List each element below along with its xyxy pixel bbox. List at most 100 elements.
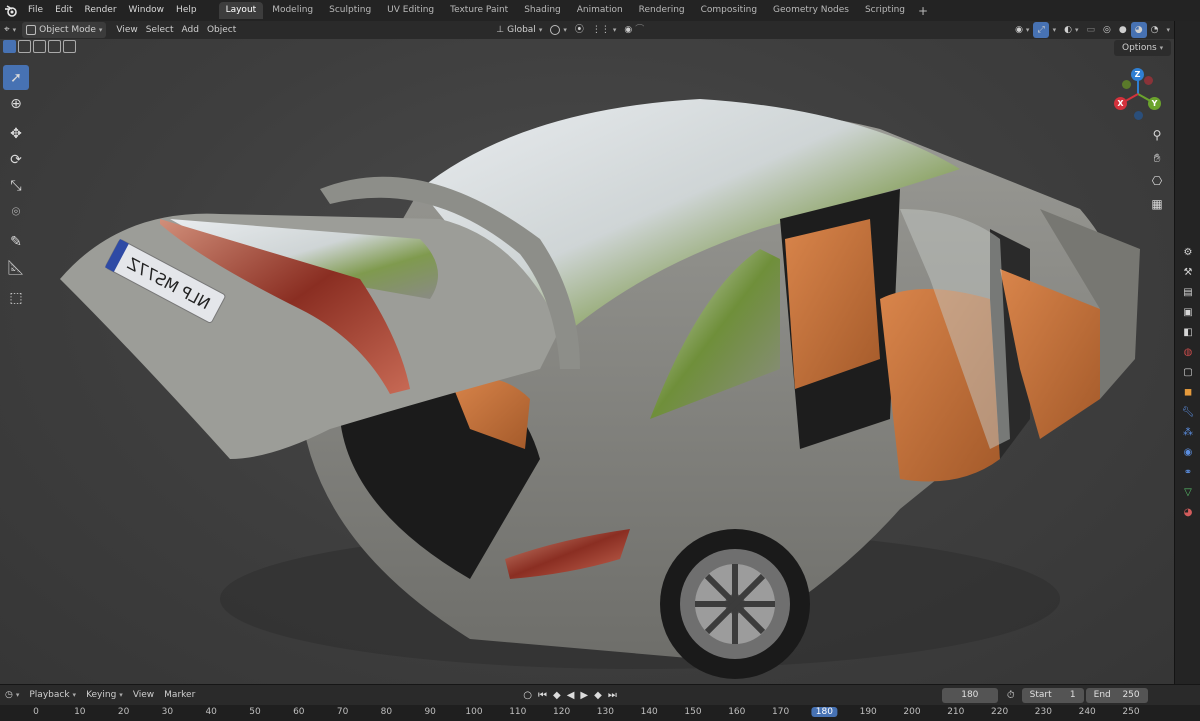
object-properties-tab[interactable]: ◼	[1178, 383, 1198, 401]
mode-dropdown[interactable]: Object Mode ▾	[22, 22, 107, 38]
pan-button[interactable]: ✋︎	[1147, 148, 1167, 168]
keying-menu[interactable]: Keying ▾	[81, 687, 128, 704]
menu-edit[interactable]: Edit	[49, 0, 78, 21]
tab-uv-editing[interactable]: UV Editing	[380, 2, 441, 19]
play-button[interactable]: ▶	[577, 690, 591, 701]
snap-toggle[interactable]: ⦿	[571, 22, 588, 38]
proportional-editing-toggle[interactable]: ◉ ⌒	[620, 22, 648, 38]
preview-range-toggle[interactable]: ⏱︎	[1004, 690, 1018, 701]
tab-compositing[interactable]: Compositing	[694, 2, 764, 19]
render-icon: ⚒	[1183, 266, 1193, 278]
pivot-point-dropdown[interactable]: ▾	[546, 22, 571, 38]
3d-viewport[interactable]: Options ▾ NLP MS77Z ➚ ⊕ ✥ ⟳ ⤡ ⌾ ✎ 📐︎ ⬚ Z…	[0, 39, 1174, 684]
gizmo-dropdown[interactable]: ▾	[1049, 22, 1061, 38]
overlays-toggle[interactable]: ◐ ▾	[1060, 22, 1082, 38]
prev-keyframe-button[interactable]: ◆	[550, 690, 564, 701]
particles-properties-tab[interactable]: ⁂	[1178, 423, 1198, 441]
camera-view-button[interactable]: ⎔	[1147, 171, 1167, 191]
tab-layout[interactable]: Layout	[218, 2, 264, 19]
tab-animation[interactable]: Animation	[570, 2, 630, 19]
view-layer-properties-tab[interactable]: ▣	[1178, 303, 1198, 321]
add-cube-tool[interactable]: ⬚	[3, 285, 29, 310]
hand-icon: ✋︎	[1153, 150, 1161, 165]
xray-toggle[interactable]: ▭	[1083, 22, 1100, 38]
tool-shelf: ➚ ⊕ ✥ ⟳ ⤡ ⌾ ✎ 📐︎ ⬚	[3, 65, 29, 311]
current-frame-field[interactable]: 180	[941, 687, 998, 703]
axis-x[interactable]: X	[1114, 97, 1127, 110]
axis-y[interactable]: Y	[1148, 97, 1161, 110]
shading-wireframe-button[interactable]: ◎	[1099, 22, 1115, 38]
editor-type-button[interactable]: ⌖ ▾	[0, 22, 20, 38]
measure-tool[interactable]: 📐︎	[3, 255, 29, 280]
menu-file[interactable]: File	[22, 0, 49, 21]
timeline-view-menu[interactable]: View	[128, 687, 159, 704]
menu-render[interactable]: Render	[79, 0, 123, 21]
cursor-arrow-icon: ➚	[10, 69, 22, 86]
navigation-gizmo[interactable]: Z Y X	[1110, 66, 1166, 122]
play-reverse-button[interactable]: ◀	[564, 690, 578, 701]
shading-solid-button[interactable]: ●	[1115, 22, 1131, 38]
material-properties-tab[interactable]: ◕	[1178, 503, 1198, 521]
tab-rendering[interactable]: Rendering	[632, 2, 692, 19]
tab-shading[interactable]: Shading	[517, 2, 568, 19]
tab-sculpting[interactable]: Sculpting	[322, 2, 378, 19]
tab-geometry-nodes[interactable]: Geometry Nodes	[766, 2, 856, 19]
scale-tool[interactable]: ⤡	[3, 173, 29, 198]
physics-properties-tab[interactable]: ◉	[1178, 443, 1198, 461]
end-frame-field[interactable]: End 250	[1085, 687, 1148, 703]
playback-menu[interactable]: Playback ▾	[24, 687, 81, 704]
tab-texture-paint[interactable]: Texture Paint	[443, 2, 515, 19]
render-properties-tab[interactable]: ⚒	[1178, 263, 1198, 281]
menu-help[interactable]: Help	[170, 0, 203, 21]
snap-target-dropdown[interactable]: ⋮⋮ ▾	[588, 22, 621, 38]
axis-z[interactable]: Z	[1131, 68, 1144, 81]
marker-menu[interactable]: Marker	[159, 687, 200, 704]
object-mode-icon	[26, 25, 37, 35]
object-menu[interactable]: Object	[203, 22, 240, 38]
modifier-properties-tab[interactable]: 🔧︎	[1178, 403, 1198, 421]
transform-tool[interactable]: ⌾	[3, 199, 29, 224]
view-menu[interactable]: View	[112, 22, 141, 38]
transform-orientation-dropdown[interactable]: ⊥ Global ▾	[492, 22, 546, 38]
rotate-tool[interactable]: ⟳	[3, 147, 29, 172]
output-properties-tab[interactable]: ▤	[1178, 283, 1198, 301]
axis-neg-x[interactable]	[1144, 76, 1153, 85]
start-frame-field[interactable]: Start 1	[1021, 687, 1084, 703]
jump-start-button[interactable]: ⏮︎	[535, 690, 550, 701]
data-properties-tab[interactable]: ▽	[1178, 483, 1198, 501]
axis-neg-z[interactable]	[1134, 111, 1143, 120]
jump-end-button[interactable]: ⏭︎	[605, 690, 620, 701]
pivot-icon	[550, 25, 561, 35]
ruler-tick: 130	[596, 707, 614, 717]
object-icon: ◼	[1183, 386, 1193, 398]
perspective-toggle-button[interactable]: ▦	[1147, 194, 1167, 214]
gizmo-toggle[interactable]: ⤢	[1033, 22, 1049, 38]
cursor-tool[interactable]: ⊕	[3, 91, 29, 116]
shading-rendered-button[interactable]: ◔	[1147, 22, 1163, 38]
constraints-properties-tab[interactable]: ⚭	[1178, 463, 1198, 481]
menu-window[interactable]: Window	[123, 0, 171, 21]
shading-material-button[interactable]: ◕	[1130, 22, 1147, 38]
scene-properties-tab[interactable]: ◧	[1178, 323, 1198, 341]
add-menu[interactable]: Add	[178, 22, 203, 38]
visibility-dropdown[interactable]: ◉ ▾	[1011, 22, 1033, 38]
tab-scripting[interactable]: Scripting	[858, 2, 912, 19]
add-workspace-icon[interactable]: +	[912, 4, 934, 18]
world-properties-tab[interactable]: ◍	[1178, 343, 1198, 361]
shading-dropdown[interactable]: ▾	[1162, 22, 1174, 38]
timeline-editor-type[interactable]: ◷ ▾	[0, 687, 24, 704]
select-box-tool[interactable]: ➚	[3, 65, 29, 90]
zoom-button[interactable]: ⚲	[1147, 125, 1167, 145]
next-keyframe-button[interactable]: ◆	[591, 690, 605, 701]
select-menu[interactable]: Select	[142, 22, 178, 38]
frame-ruler[interactable]: 0 10 20 30 40 50 60 70 80 90 100 110 120 130 140 150 160…	[0, 705, 1200, 721]
tool-properties-tab[interactable]: ⚙	[1178, 243, 1198, 261]
material-icon: ◕	[1183, 506, 1193, 518]
move-tool[interactable]: ✥	[3, 121, 29, 146]
collection-properties-tab[interactable]: ▢	[1178, 363, 1198, 381]
auto-keying-toggle[interactable]: ○	[520, 690, 535, 701]
blender-logo-icon[interactable]	[0, 0, 22, 21]
tab-modeling[interactable]: Modeling	[265, 2, 320, 19]
axis-neg-y[interactable]	[1122, 80, 1131, 89]
annotate-tool[interactable]: ✎	[3, 229, 29, 254]
